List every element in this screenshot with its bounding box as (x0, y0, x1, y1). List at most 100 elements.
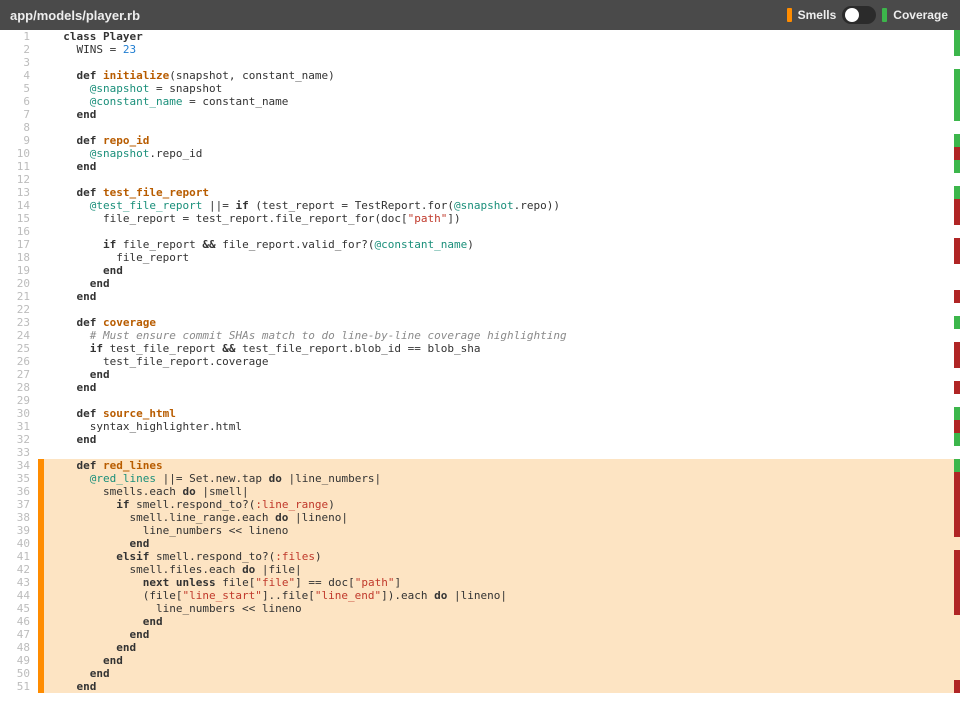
coverage-gutter (954, 238, 960, 251)
code-line[interactable]: 7 end (0, 108, 960, 121)
code-line[interactable]: 51 end (0, 680, 960, 693)
code-line[interactable]: 48 end (0, 641, 960, 654)
code-content: line_numbers << lineno (44, 524, 954, 537)
code-line[interactable]: 19 end (0, 264, 960, 277)
line-number: 22 (0, 303, 38, 316)
code-line[interactable]: 34 def red_lines (0, 459, 960, 472)
smells-coverage-toggle[interactable] (842, 6, 876, 24)
code-line[interactable]: 24 # Must ensure commit SHAs match to do… (0, 329, 960, 342)
code-line[interactable]: 49 end (0, 654, 960, 667)
file-header: app/models/player.rb Smells Coverage (0, 0, 960, 30)
code-editor[interactable]: 1 class Player2 WINS = 2334 def initiali… (0, 30, 960, 703)
code-line[interactable]: 29 (0, 394, 960, 407)
code-line[interactable]: 1 class Player (0, 30, 960, 43)
code-line[interactable]: 8 (0, 121, 960, 134)
code-line[interactable]: 30 def source_html (0, 407, 960, 420)
code-line[interactable]: 36 smells.each do |smell| (0, 485, 960, 498)
code-line[interactable]: 46 end (0, 615, 960, 628)
line-number: 15 (0, 212, 38, 225)
code-content: end (44, 641, 954, 654)
code-line[interactable]: 9 def repo_id (0, 134, 960, 147)
code-line[interactable]: 18 file_report (0, 251, 960, 264)
code-line[interactable]: 15 file_report = test_report.file_report… (0, 212, 960, 225)
code-line[interactable]: 13 def test_file_report (0, 186, 960, 199)
code-line[interactable]: 5 @snapshot = snapshot (0, 82, 960, 95)
line-number: 23 (0, 316, 38, 329)
code-content: file_report = test_report.file_report_fo… (44, 212, 954, 225)
coverage-gutter (954, 251, 960, 264)
smells-label[interactable]: Smells (798, 8, 837, 22)
line-number: 49 (0, 654, 38, 667)
code-line[interactable]: 16 (0, 225, 960, 238)
code-line[interactable]: 21 end (0, 290, 960, 303)
code-line[interactable]: 27 end (0, 368, 960, 381)
code-content (44, 121, 954, 134)
code-line[interactable]: 47 end (0, 628, 960, 641)
code-content (44, 225, 954, 238)
code-content: (file["line_start"]..file["line_end"]).e… (44, 589, 954, 602)
code-line[interactable]: 45 line_numbers << lineno (0, 602, 960, 615)
view-controls: Smells Coverage (787, 6, 948, 24)
coverage-gutter (954, 290, 960, 303)
line-number: 16 (0, 225, 38, 238)
line-number: 10 (0, 147, 38, 160)
code-line[interactable]: 35 @red_lines ||= Set.new.tap do |line_n… (0, 472, 960, 485)
code-line[interactable]: 43 next unless file["file"] == doc["path… (0, 576, 960, 589)
code-line[interactable]: 3 (0, 56, 960, 69)
code-content: def red_lines (44, 459, 954, 472)
code-line[interactable]: 37 if smell.respond_to?(:line_range) (0, 498, 960, 511)
code-line[interactable]: 31 syntax_highlighter.html (0, 420, 960, 433)
code-line[interactable]: 11 end (0, 160, 960, 173)
coverage-gutter (954, 485, 960, 498)
code-content: end (44, 381, 954, 394)
code-line[interactable]: 4 def initialize(snapshot, constant_name… (0, 69, 960, 82)
code-content: @red_lines ||= Set.new.tap do |line_numb… (44, 472, 954, 485)
line-number: 28 (0, 381, 38, 394)
code-line[interactable]: 50 end (0, 667, 960, 680)
coverage-gutter (954, 563, 960, 576)
coverage-gutter (954, 264, 960, 277)
code-line[interactable]: 39 line_numbers << lineno (0, 524, 960, 537)
code-line[interactable]: 42 smell.files.each do |file| (0, 563, 960, 576)
code-line[interactable]: 2 WINS = 23 (0, 43, 960, 56)
code-line[interactable]: 17 if file_report && file_report.valid_f… (0, 238, 960, 251)
code-content: syntax_highlighter.html (44, 420, 954, 433)
code-content: def repo_id (44, 134, 954, 147)
code-line[interactable]: 41 elsif smell.respond_to?(:files) (0, 550, 960, 563)
line-number: 5 (0, 82, 38, 95)
coverage-gutter (954, 680, 960, 693)
coverage-gutter (954, 186, 960, 199)
line-number: 14 (0, 199, 38, 212)
code-line[interactable]: 25 if test_file_report && test_file_repo… (0, 342, 960, 355)
coverage-gutter (954, 108, 960, 121)
coverage-label[interactable]: Coverage (893, 8, 948, 22)
code-content: @snapshot.repo_id (44, 147, 954, 160)
code-line[interactable]: 12 (0, 173, 960, 186)
code-line[interactable]: 32 end (0, 433, 960, 446)
code-line[interactable]: 44 (file["line_start"]..file["line_end"]… (0, 589, 960, 602)
line-number: 40 (0, 537, 38, 550)
code-line[interactable]: 38 smell.line_range.each do |lineno| (0, 511, 960, 524)
line-number: 45 (0, 602, 38, 615)
code-line[interactable]: 6 @constant_name = constant_name (0, 95, 960, 108)
coverage-gutter (954, 420, 960, 433)
code-content (44, 56, 954, 69)
code-line[interactable]: 14 @test_file_report ||= if (test_report… (0, 199, 960, 212)
code-line[interactable]: 28 end (0, 381, 960, 394)
code-line[interactable]: 10 @snapshot.repo_id (0, 147, 960, 160)
coverage-gutter (954, 30, 960, 43)
code-line[interactable]: 33 (0, 446, 960, 459)
line-number: 4 (0, 69, 38, 82)
line-number: 18 (0, 251, 38, 264)
code-line[interactable]: 40 end (0, 537, 960, 550)
line-number: 17 (0, 238, 38, 251)
coverage-gutter (954, 56, 960, 69)
code-line[interactable]: 22 (0, 303, 960, 316)
code-line[interactable]: 20 end (0, 277, 960, 290)
code-content: def source_html (44, 407, 954, 420)
code-content: end (44, 277, 954, 290)
code-line[interactable]: 26 test_file_report.coverage (0, 355, 960, 368)
coverage-gutter (954, 342, 960, 355)
coverage-gutter (954, 381, 960, 394)
code-line[interactable]: 23 def coverage (0, 316, 960, 329)
